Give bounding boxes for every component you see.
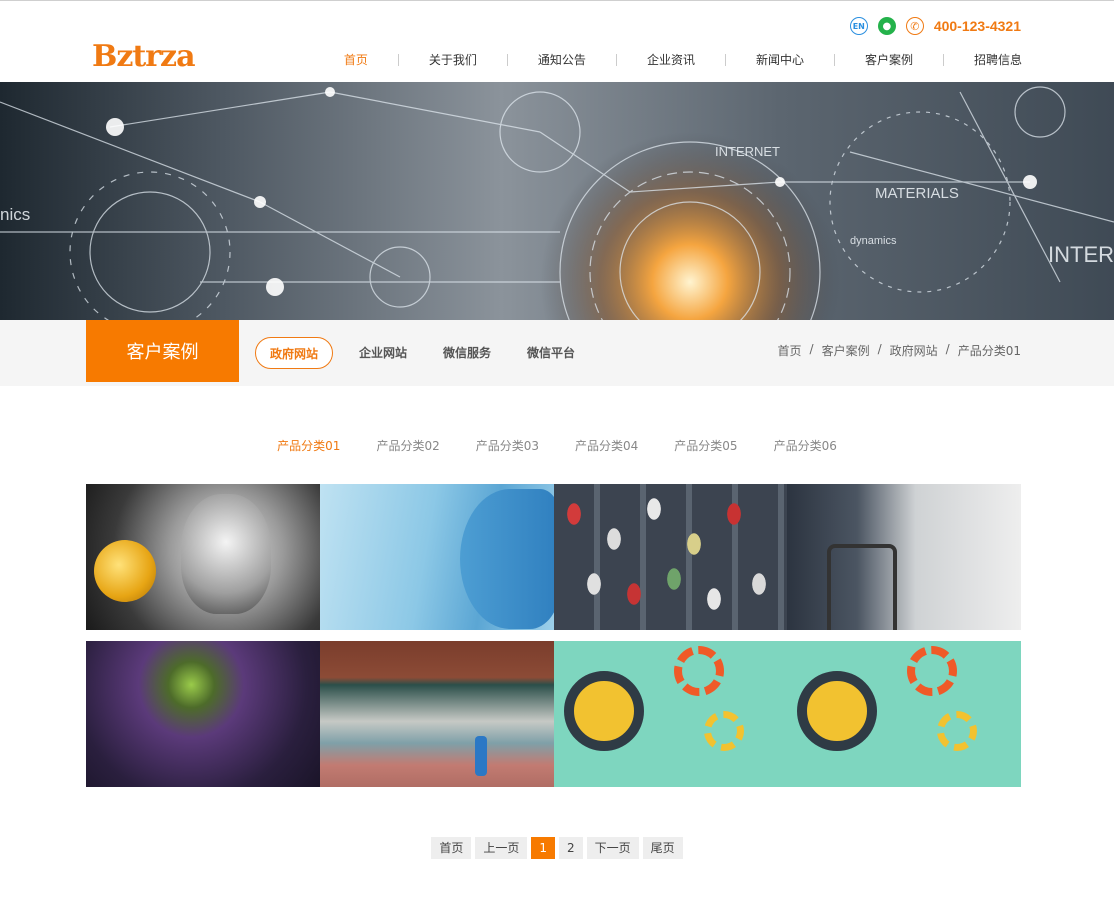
face-image xyxy=(181,494,271,614)
breadcrumb-item-cases[interactable]: 客户案例 xyxy=(822,342,870,359)
suitcase-handle-image xyxy=(827,544,898,630)
gear-image xyxy=(703,711,744,751)
case-thumbnail-gears-2[interactable] xyxy=(787,641,1021,787)
banner-word: INTER xyxy=(1048,242,1114,267)
case-thumbnail-joker-bitcoin[interactable] xyxy=(86,484,320,630)
banner-word: INTERNET xyxy=(715,144,780,159)
nav-item-cases[interactable]: 客户案例 xyxy=(835,51,943,69)
prev-page-button[interactable]: 上一页 xyxy=(475,837,528,859)
breadcrumb-separator: / xyxy=(877,342,882,356)
bitcoin-coin-image xyxy=(94,540,156,602)
pagination: 首页 上一页 1 2 下一页 尾页 xyxy=(0,837,1114,859)
product-category-filter: 产品分类01 产品分类02 产品分类03 产品分类04 产品分类05 产品分类0… xyxy=(0,437,1114,454)
face-profile-image xyxy=(459,489,554,629)
wechat-icon[interactable]: ● xyxy=(877,17,896,35)
gear-image xyxy=(907,646,958,696)
gear-image xyxy=(563,671,644,751)
english-language-icon[interactable]: EN xyxy=(849,17,868,35)
breadcrumb: 首页 / 客户案例 / 政府网站 / 产品分类01 xyxy=(778,342,1021,359)
category-filter-item[interactable]: 产品分类04 xyxy=(575,437,638,454)
category-filter-item[interactable]: 产品分类03 xyxy=(476,437,539,454)
breadcrumb-separator: / xyxy=(945,342,950,356)
nav-item-notices[interactable]: 通知公告 xyxy=(508,51,616,69)
gallery-row xyxy=(86,641,1021,787)
tab-enterprise-sites[interactable]: 企业网站 xyxy=(341,337,425,369)
hero-banner: INTERNET MATERIALS dynamics nics INTER xyxy=(0,82,1114,320)
site-logo[interactable]: Bztrza xyxy=(92,39,196,74)
page-number-button[interactable]: 1 xyxy=(531,837,555,859)
nav-item-news[interactable]: 新闻中心 xyxy=(726,51,834,69)
cars-pattern xyxy=(553,484,788,630)
breadcrumb-separator: / xyxy=(809,342,814,356)
breadcrumb-item-current: 产品分类01 xyxy=(957,344,1021,358)
breadcrumb-item-gov-sites[interactable]: 政府网站 xyxy=(890,342,938,359)
gear-image xyxy=(673,646,724,696)
breadcrumb-item-home[interactable]: 首页 xyxy=(778,342,802,359)
phone-number: 400-123-4321 xyxy=(933,18,1021,34)
banner-word: MATERIALS xyxy=(875,185,959,202)
last-page-button[interactable]: 尾页 xyxy=(642,837,683,859)
contact-bar: EN ● ✆ 400-123-4321 xyxy=(849,17,1021,35)
sub-navigation-bar: 客户案例 政府网站 企业网站 微信服务 微信平台 首页 / 客户案例 / 政府网… xyxy=(0,320,1114,386)
main-nav: 首页 关于我们 通知公告 企业资讯 新闻中心 客户案例 招聘信息 xyxy=(314,51,1022,69)
site-header: Bztrza EN ● ✆ 400-123-4321 首页 关于我们 通知公告 … xyxy=(0,1,1114,82)
first-page-button[interactable]: 首页 xyxy=(431,837,472,859)
person-image xyxy=(474,736,487,776)
category-filter-item[interactable]: 产品分类06 xyxy=(774,437,837,454)
tab-wechat-service[interactable]: 微信服务 xyxy=(425,337,509,369)
phone-icon: ✆ xyxy=(905,17,924,35)
case-thumbnail-digital-face[interactable] xyxy=(319,484,554,630)
section-title: 客户案例 xyxy=(86,320,239,382)
case-thumbnail-parked-cars[interactable] xyxy=(553,484,788,630)
gallery-row xyxy=(86,484,1021,630)
case-thumbnail-traveler-phone[interactable] xyxy=(787,484,1021,630)
tab-wechat-platform[interactable]: 微信平台 xyxy=(509,337,593,369)
banner-illustration: INTERNET MATERIALS dynamics nics INTER xyxy=(0,86,1114,320)
gear-image xyxy=(937,711,978,751)
category-filter-item[interactable]: 产品分类02 xyxy=(376,437,439,454)
case-gallery xyxy=(86,484,1021,798)
nav-item-home[interactable]: 首页 xyxy=(314,51,398,69)
gear-image xyxy=(797,671,878,751)
case-thumbnail-storefront[interactable] xyxy=(319,641,554,787)
banner-word: nics xyxy=(0,205,30,224)
case-thumbnail-purple-tree[interactable] xyxy=(86,641,320,787)
tab-gov-sites[interactable]: 政府网站 xyxy=(255,337,334,369)
nav-item-jobs[interactable]: 招聘信息 xyxy=(944,51,1022,69)
category-filter-item[interactable]: 产品分类05 xyxy=(674,437,737,454)
case-thumbnail-gears-1[interactable] xyxy=(553,641,788,787)
category-filter-item[interactable]: 产品分类01 xyxy=(277,437,340,454)
nav-item-about[interactable]: 关于我们 xyxy=(399,51,507,69)
category-tabs: 政府网站 企业网站 微信服务 微信平台 xyxy=(255,337,593,369)
next-page-button[interactable]: 下一页 xyxy=(586,837,639,859)
nav-item-enterprise-info[interactable]: 企业资讯 xyxy=(617,51,725,69)
page-number-button[interactable]: 2 xyxy=(559,837,583,859)
banner-word: dynamics xyxy=(850,235,897,247)
